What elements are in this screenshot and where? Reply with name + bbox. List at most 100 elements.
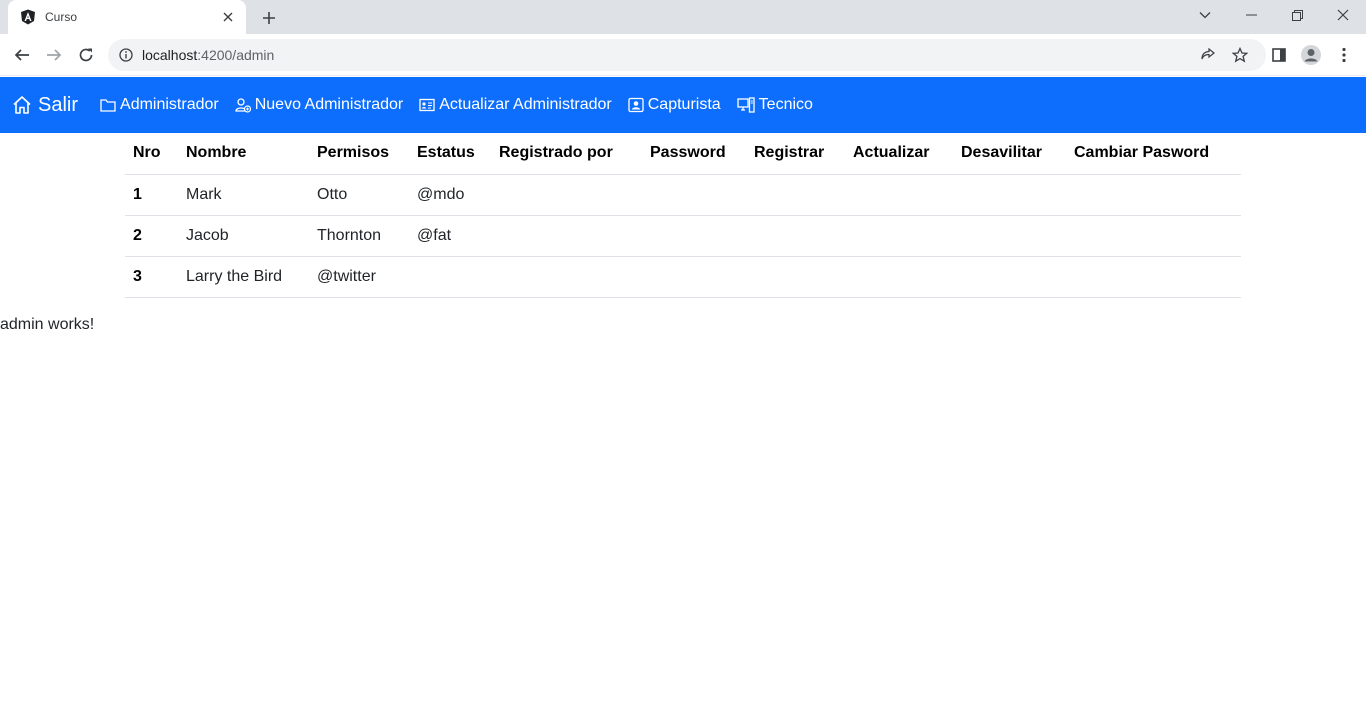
table-cell — [746, 174, 845, 216]
kebab-menu-icon — [1342, 47, 1346, 63]
table-cell: @fat — [409, 215, 491, 257]
minimize-icon — [1245, 14, 1257, 16]
browser-tab[interactable]: Curso — [8, 0, 246, 34]
nav-link-administrador[interactable]: Administrador — [100, 96, 219, 114]
browser-toolbar: localhost:4200/admin — [0, 34, 1366, 76]
column-header: Nro — [125, 133, 178, 175]
close-icon — [1337, 9, 1349, 21]
share-button[interactable] — [1195, 39, 1221, 71]
close-window-button[interactable] — [1320, 0, 1366, 30]
table-cell — [845, 256, 953, 298]
table-cell: Thornton — [309, 215, 409, 257]
nav-link-tecnico[interactable]: Tecnico — [737, 96, 813, 114]
table-cell — [845, 174, 953, 216]
side-panel-icon — [1272, 48, 1286, 62]
app-navbar: Salir Administrador Nuevo Administrador … — [0, 77, 1366, 133]
table-cell: @twitter — [309, 256, 409, 298]
admin-table-wrapper: Nro Nombre Permisos Estatus Registrado p… — [125, 133, 1241, 298]
table-cell — [1066, 215, 1241, 257]
column-header: Permisos — [309, 133, 409, 175]
table-cell — [491, 256, 642, 298]
restore-icon — [1291, 9, 1303, 21]
url-text: localhost:4200/admin — [142, 47, 274, 63]
new-tab-button[interactable] — [258, 7, 280, 29]
nav-link-capturista[interactable]: Capturista — [628, 96, 721, 114]
table-cell — [1066, 174, 1241, 216]
table-row: 1 Mark Otto @mdo — [125, 174, 1241, 216]
profile-button[interactable] — [1298, 42, 1324, 68]
table-cell: Otto — [309, 174, 409, 216]
bookmark-button[interactable] — [1227, 39, 1253, 71]
table-cell — [642, 174, 746, 216]
table-cell — [642, 256, 746, 298]
table-header-row: Nro Nombre Permisos Estatus Registrado p… — [125, 133, 1241, 175]
table-cell: Jacob — [178, 215, 309, 257]
table-cell — [409, 256, 491, 298]
avatar-icon — [1301, 45, 1321, 65]
table-cell: 3 — [125, 256, 178, 298]
star-icon — [1232, 47, 1248, 63]
table-cell — [491, 215, 642, 257]
table-cell — [845, 215, 953, 257]
nav-link-nuevo-administrador[interactable]: Nuevo Administrador — [235, 96, 404, 114]
nav-link-label: Actualizar Administrador — [439, 96, 612, 113]
table-row: 2 Jacob Thornton @fat — [125, 215, 1241, 257]
table-row: 3 Larry the Bird @twitter — [125, 256, 1241, 298]
back-button[interactable] — [9, 42, 35, 68]
column-header: Registrado por — [491, 133, 642, 175]
close-tab-icon[interactable] — [220, 9, 236, 25]
angular-icon — [21, 9, 35, 25]
table-cell — [953, 256, 1066, 298]
info-icon[interactable] — [119, 48, 133, 62]
table-cell: Mark — [178, 174, 309, 216]
browser-tab-bar: Curso — [0, 0, 1366, 34]
table-cell: Larry the Bird — [178, 256, 309, 298]
tab-search-button[interactable] — [1182, 0, 1228, 30]
nav-link-label: Capturista — [647, 96, 721, 113]
reload-button[interactable] — [73, 42, 99, 68]
component-status-text: admin works! — [0, 316, 95, 333]
column-header: Actualizar — [845, 133, 953, 175]
table-cell — [746, 256, 845, 298]
table-cell — [953, 174, 1066, 216]
table-cell: @mdo — [409, 174, 491, 216]
person-add-icon — [235, 98, 251, 113]
navbar-brand-salir[interactable]: Salir — [12, 94, 78, 117]
column-header: Desavilitar — [953, 133, 1066, 175]
table-cell — [642, 215, 746, 257]
house-icon — [13, 96, 31, 114]
table-cell: 2 — [125, 215, 178, 257]
folder-icon — [100, 99, 116, 112]
admin-table: Nro Nombre Permisos Estatus Registrado p… — [125, 133, 1241, 298]
table-cell — [746, 215, 845, 257]
minimize-button[interactable] — [1228, 0, 1274, 30]
plus-icon — [263, 12, 275, 24]
column-header: Registrar — [746, 133, 845, 175]
arrow-right-icon — [47, 49, 62, 61]
nav-link-label: Tecnico — [758, 96, 813, 113]
menu-button[interactable] — [1331, 42, 1357, 68]
restore-button[interactable] — [1274, 0, 1320, 30]
id-card-icon — [419, 98, 435, 112]
brand-label: Salir — [38, 93, 79, 116]
table-cell — [1066, 256, 1241, 298]
table-cell — [953, 215, 1066, 257]
table-cell — [491, 174, 642, 216]
column-header: Cambiar Pasword — [1066, 133, 1241, 175]
side-panel-button[interactable] — [1266, 42, 1292, 68]
share-icon — [1201, 47, 1215, 60]
nav-link-label: Administrador — [120, 96, 219, 113]
url-host: localhost — [142, 47, 198, 63]
tab-title: Curso — [45, 10, 78, 24]
nav-link-label: Nuevo Administrador — [254, 96, 404, 113]
reload-icon — [79, 48, 93, 62]
forward-button[interactable] — [41, 42, 67, 68]
nav-link-actualizar-administrador[interactable]: Actualizar Administrador — [419, 96, 612, 114]
arrow-left-icon — [14, 49, 29, 61]
address-bar[interactable]: localhost:4200/admin — [108, 39, 1266, 71]
person-badge-icon — [628, 97, 644, 113]
column-header: Password — [642, 133, 746, 175]
chevron-down-icon — [1199, 12, 1211, 19]
column-header: Nombre — [178, 133, 309, 175]
url-path: :4200/admin — [197, 47, 275, 63]
